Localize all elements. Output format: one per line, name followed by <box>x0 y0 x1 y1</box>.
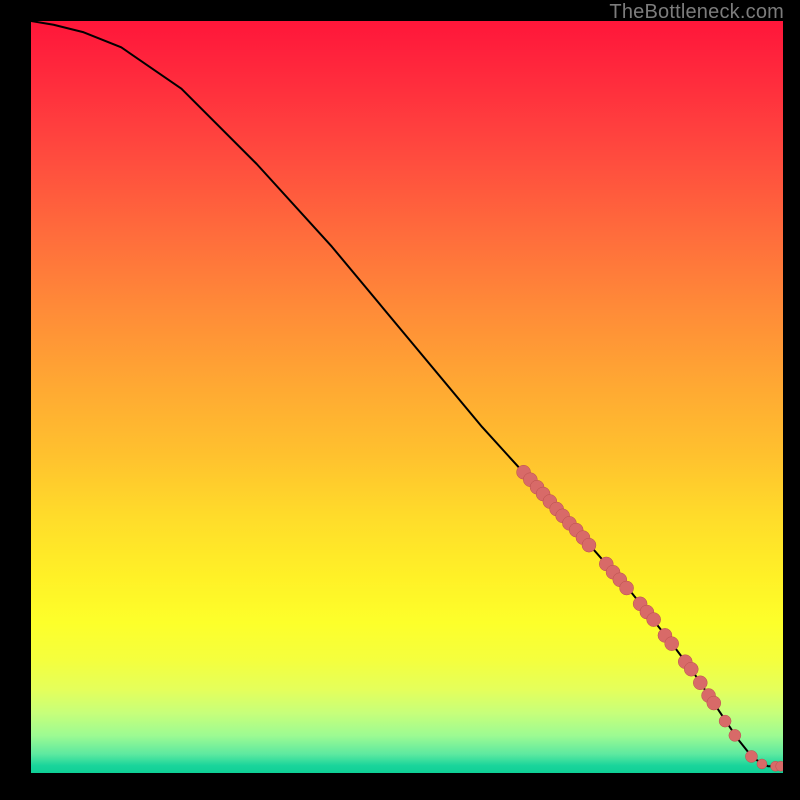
data-marker <box>719 715 731 727</box>
data-marker <box>684 662 698 676</box>
data-marker <box>620 581 634 595</box>
data-marker <box>582 538 596 552</box>
curve-line <box>31 21 783 766</box>
data-marker <box>707 696 721 710</box>
data-marker <box>693 676 707 690</box>
data-marker <box>647 613 661 627</box>
chart-svg <box>31 21 783 773</box>
data-marker <box>776 761 783 771</box>
plot-area <box>31 21 783 773</box>
marker-group <box>517 465 783 771</box>
chart-stage: TheBottleneck.com <box>0 0 800 800</box>
data-marker <box>729 729 741 741</box>
data-marker <box>757 759 767 769</box>
data-marker <box>665 637 679 651</box>
data-marker <box>745 750 757 762</box>
